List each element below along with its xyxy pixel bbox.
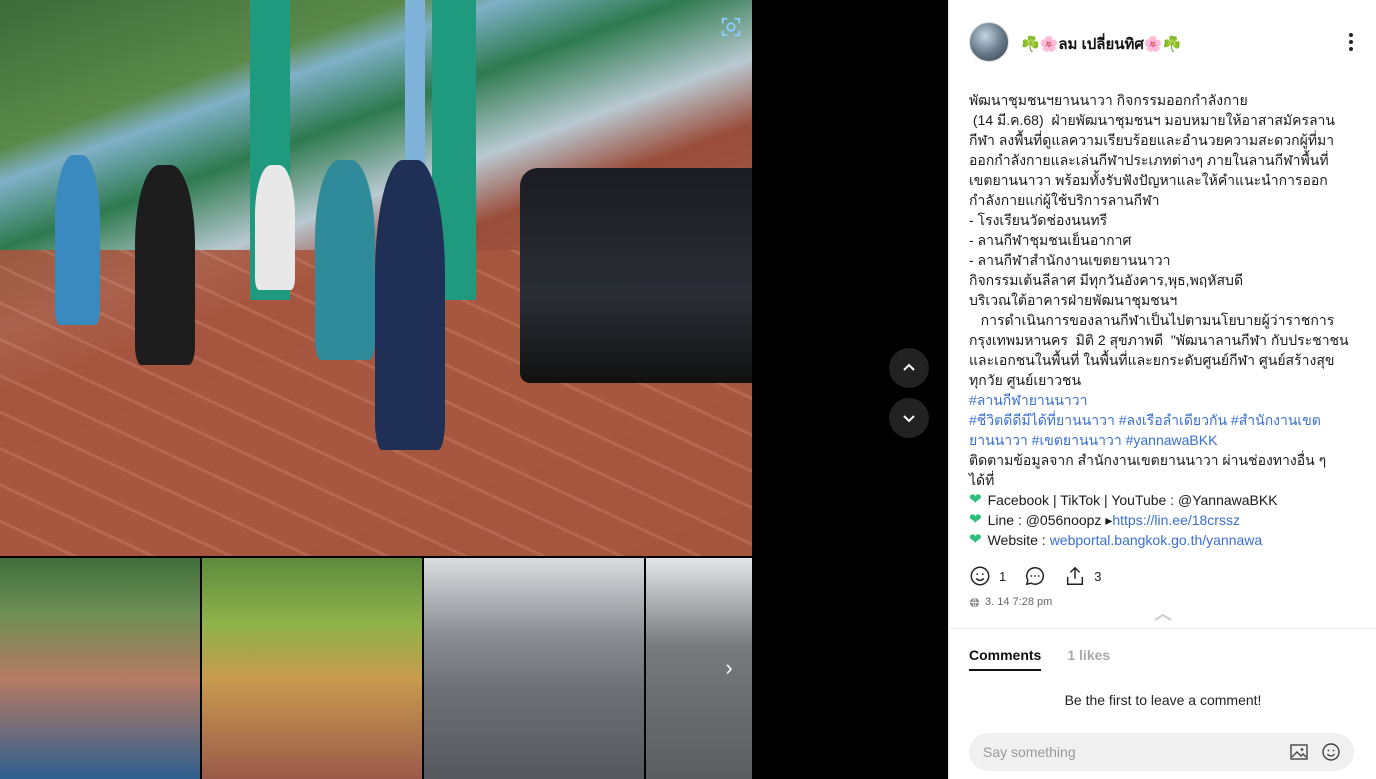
contact-website: ❤ Website : webportal.bangkok.go.th/yann… bbox=[969, 530, 1351, 550]
emoji-icon[interactable] bbox=[1321, 742, 1341, 762]
post-actions: 1 3 bbox=[969, 564, 1119, 588]
post-line: กิจกรรมเต้นลีลาศ มีทุกวันอังคาร,พุธ,พฤหั… bbox=[969, 272, 1244, 288]
green-heart-icon: ❤ bbox=[969, 531, 982, 548]
divider bbox=[949, 628, 1376, 629]
image-icon[interactable] bbox=[1289, 742, 1309, 762]
post-line: - ลานกีฬาสำนักงานเขตยานนาวา bbox=[969, 252, 1171, 268]
photo-person bbox=[375, 160, 445, 450]
more-vertical-icon bbox=[1349, 33, 1353, 37]
comment-composer bbox=[969, 733, 1354, 771]
photo-person bbox=[55, 155, 100, 325]
tab-comments[interactable]: Comments bbox=[969, 647, 1042, 671]
comment-bubble-icon bbox=[1025, 567, 1045, 586]
reaction-count: 1 bbox=[999, 568, 1007, 584]
main-photo[interactable] bbox=[0, 0, 752, 556]
author-name[interactable]: ☘️🌸ลม เปลี่ยนทิศ🌸☘️ bbox=[1021, 32, 1181, 56]
avatar[interactable] bbox=[969, 22, 1009, 62]
share-icon bbox=[1067, 566, 1084, 585]
contact-social: ❤ Facebook | TikTok | YouTube : @Yannawa… bbox=[969, 490, 1351, 510]
collapse-chevron-icon[interactable] bbox=[1151, 612, 1175, 622]
post-line: (14 มี.ค.68) ฝ่ายพัฒนาชุมชนฯ มอบหมายให้อ… bbox=[969, 112, 1335, 208]
post-header: ☘️🌸ลม เปลี่ยนทิศ🌸☘️ bbox=[969, 22, 1359, 62]
prev-post-button[interactable] bbox=[889, 348, 929, 388]
line-link[interactable]: https://lin.ee/18crssz bbox=[1112, 510, 1240, 530]
contact-line: ❤ Line : @056noopz ▸ https://lin.ee/18cr… bbox=[969, 510, 1351, 530]
media-viewer: › bbox=[0, 0, 948, 779]
more-options-button[interactable] bbox=[1343, 30, 1359, 54]
photo-truck bbox=[520, 168, 752, 383]
tab-likes[interactable]: 1 likes bbox=[1067, 647, 1110, 671]
post-line: พัฒนาชุมชนฯยานนาวา กิจกรรมออกกำลังกาย bbox=[969, 92, 1248, 108]
thumbnail-photo[interactable] bbox=[424, 558, 644, 779]
post-timestamp: 3. 14 7:28 pm bbox=[969, 596, 1052, 608]
post-line: - โรงเรียนวัดช่องนนทรี bbox=[969, 212, 1108, 228]
post-line: บริเวณใต้อาคารฝ่ายพัฒนาชุมชนฯ bbox=[969, 292, 1178, 308]
photo-person bbox=[315, 160, 375, 360]
photo-person bbox=[135, 165, 195, 365]
comment-button[interactable] bbox=[1024, 565, 1046, 587]
line-label: Line : @056noopz ▸ bbox=[987, 512, 1113, 528]
post-panel: ☘️🌸ลม เปลี่ยนทิศ🌸☘️ พัฒนาชุมชนฯยานนาวา ก… bbox=[948, 0, 1376, 779]
timestamp-text: 3. 14 7:28 pm bbox=[985, 596, 1053, 608]
post-body: พัฒนาชุมชนฯยานนาวา กิจกรรมออกกำลังกาย (1… bbox=[969, 90, 1351, 550]
reaction-button[interactable]: 1 bbox=[969, 565, 1006, 587]
chevron-down-icon bbox=[903, 415, 915, 423]
photo-person bbox=[255, 165, 295, 290]
comments-tabs: Comments 1 likes bbox=[969, 647, 1136, 671]
social-handles: Facebook | TikTok | YouTube : @YannawaBK… bbox=[987, 492, 1278, 508]
smiley-icon bbox=[970, 566, 990, 586]
next-post-button[interactable] bbox=[889, 398, 929, 438]
website-label: Website : bbox=[987, 532, 1046, 548]
thumbnail-photo[interactable] bbox=[0, 558, 200, 779]
share-count: 3 bbox=[1094, 568, 1102, 584]
share-button[interactable]: 3 bbox=[1064, 565, 1101, 587]
website-link[interactable]: webportal.bangkok.go.th/yannawa bbox=[1050, 530, 1262, 550]
post-line: การดำเนินการของลานกีฬาเป็นไปตามนโยบายผู้… bbox=[969, 312, 1349, 388]
hashtag-links[interactable]: #ชีวิตดีดีมีได้ที่ยานนาวา #ลงเรือลำเดียว… bbox=[969, 410, 1351, 450]
follow-text: ติดตามข้อมูลจาก สำนักงานเขตยานนาวา ผ่านช… bbox=[969, 452, 1331, 488]
thumbnail-photo[interactable] bbox=[202, 558, 422, 779]
empty-comments-message: Be the first to leave a comment! bbox=[1064, 692, 1262, 708]
focus-frame-icon[interactable] bbox=[720, 16, 742, 38]
comment-input[interactable] bbox=[983, 742, 1263, 762]
green-heart-icon: ❤ bbox=[969, 491, 982, 508]
hashtag-link[interactable]: #ลานกีฬายานนาวา bbox=[969, 390, 1351, 410]
chevron-up-icon bbox=[903, 363, 915, 371]
post-line: - ลานกีฬาชุมชนเย็นอากาศ bbox=[969, 232, 1132, 248]
green-heart-icon: ❤ bbox=[969, 511, 982, 528]
globe-icon bbox=[969, 597, 980, 607]
thumbnail-next-icon[interactable]: › bbox=[718, 655, 740, 680]
